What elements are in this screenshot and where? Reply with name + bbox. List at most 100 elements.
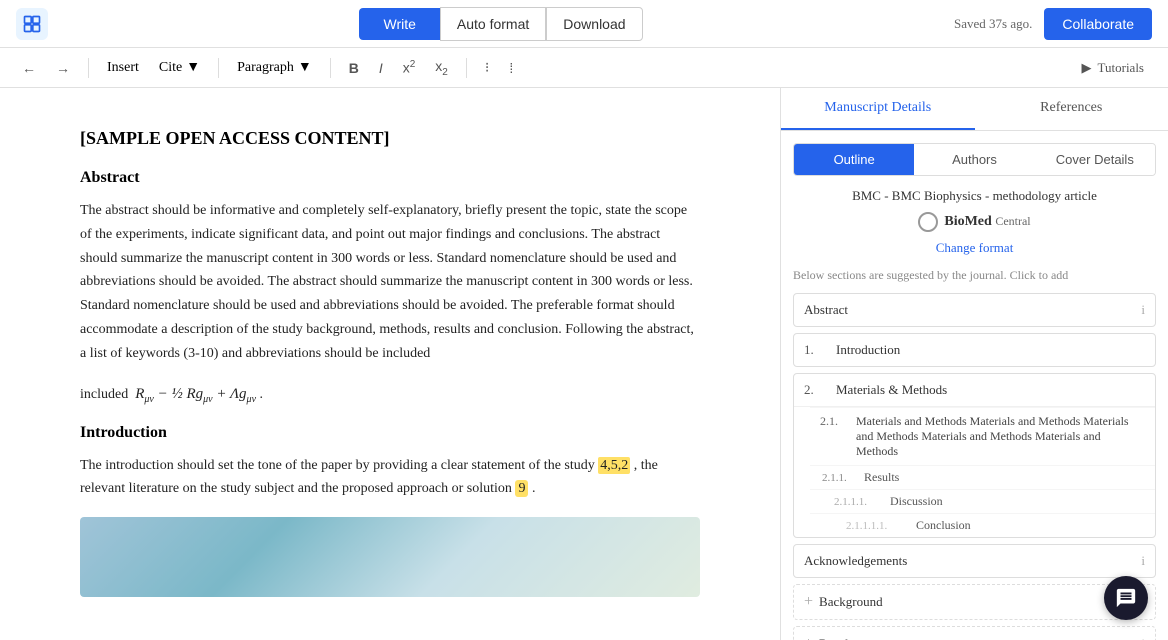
math-formula: Rμν − ½ Rgμν + Λgμν bbox=[135, 386, 256, 402]
paragraph-chevron: ▼ bbox=[298, 60, 312, 76]
subtab-outline[interactable]: Outline bbox=[794, 144, 914, 175]
outline-materials: 2. Materials & Methods 2.1. Materials an… bbox=[793, 373, 1156, 538]
collaborate-button[interactable]: Collaborate bbox=[1044, 8, 1152, 40]
sub-2111-label: Discussion bbox=[890, 494, 943, 509]
write-button[interactable]: Write bbox=[359, 8, 439, 40]
intro-ref2: 9 bbox=[515, 480, 528, 497]
sub-211-label: Results bbox=[864, 470, 899, 485]
intro-num: 1. bbox=[804, 342, 828, 358]
toolbar-sep-2 bbox=[218, 58, 219, 78]
panel-tabs: Manuscript Details References bbox=[781, 88, 1168, 131]
subtab-cover-details[interactable]: Cover Details bbox=[1035, 144, 1155, 175]
results-info-icon[interactable]: i bbox=[1141, 636, 1145, 640]
biomed-circle-icon bbox=[918, 212, 938, 232]
intro-text-1: The introduction should set the tone of … bbox=[80, 458, 595, 473]
journal-info: BMC - BMC Biophysics - methodology artic… bbox=[793, 188, 1156, 204]
biomed-name: BioMed bbox=[944, 214, 991, 229]
tutorials-button[interactable]: ▶ Tutorials bbox=[1074, 58, 1152, 78]
intro-label: Introduction bbox=[836, 342, 1145, 358]
right-panel: Manuscript Details References Outline Au… bbox=[780, 88, 1168, 640]
main-layout: [SAMPLE OPEN ACCESS CONTENT] Abstract Th… bbox=[0, 88, 1168, 640]
abstract-label: Abstract bbox=[804, 302, 1141, 318]
results-label: Results bbox=[819, 636, 1141, 640]
toolbar-sep-4 bbox=[466, 58, 467, 78]
bg-label: Background bbox=[819, 594, 1141, 610]
superscript-button[interactable]: x2 bbox=[397, 57, 422, 78]
chat-button[interactable] bbox=[1104, 576, 1148, 620]
outline-background: + Background i bbox=[793, 584, 1156, 620]
abstract-body: The abstract should be informative and c… bbox=[80, 199, 700, 366]
redo-button[interactable]: → bbox=[50, 58, 76, 78]
outline-introduction: 1. Introduction bbox=[793, 333, 1156, 367]
sub-21-num: 2.1. bbox=[820, 414, 848, 429]
bold-button[interactable]: B bbox=[343, 58, 365, 78]
intro-title: Introduction bbox=[80, 424, 700, 442]
nav-left bbox=[16, 8, 48, 40]
materials-num: 2. bbox=[804, 382, 828, 398]
tutorials-label: Tutorials bbox=[1098, 60, 1144, 76]
insert-dropdown[interactable]: Insert bbox=[101, 58, 145, 78]
image-placeholder bbox=[80, 517, 700, 597]
align-left-button[interactable]: ⁝ bbox=[479, 57, 495, 78]
sub-items: 2.1. Materials and Methods Materials and… bbox=[794, 406, 1155, 537]
sub-item-21111[interactable]: 2.1.1.1.1. Conclusion bbox=[810, 513, 1155, 537]
outline-intro-item[interactable]: 1. Introduction bbox=[794, 334, 1155, 366]
insert-label: Insert bbox=[107, 60, 139, 76]
nav-center: Write Auto format Download bbox=[359, 7, 642, 41]
outline-results-item[interactable]: + Results i bbox=[794, 627, 1155, 640]
ack-label: Acknowledgements bbox=[804, 553, 1141, 569]
biomed-central: Central bbox=[995, 214, 1030, 228]
outline-results: + Results i bbox=[793, 626, 1156, 640]
sub-item-2111[interactable]: 2.1.1.1. Discussion bbox=[810, 489, 1155, 513]
toolbar: ← → Insert Cite ▼ Paragraph ▼ B I x2 x2 … bbox=[0, 48, 1168, 88]
subscript-button[interactable]: x2 bbox=[429, 56, 454, 80]
editor-area[interactable]: [SAMPLE OPEN ACCESS CONTENT] Abstract Th… bbox=[0, 88, 780, 640]
intro-body: The introduction should set the tone of … bbox=[80, 454, 700, 502]
sub-item-21[interactable]: 2.1. Materials and Methods Materials and… bbox=[810, 407, 1155, 465]
bg-add-icon[interactable]: + bbox=[804, 593, 813, 611]
intro-refs: 4,5,2 bbox=[598, 457, 630, 474]
sub-21-label: Materials and Methods Materials and Meth… bbox=[856, 414, 1145, 459]
outline-bg-item[interactable]: + Background i bbox=[794, 585, 1155, 619]
cite-chevron: ▼ bbox=[186, 60, 200, 76]
nav-right: Saved 37s ago. Collaborate bbox=[954, 8, 1152, 40]
cite-label: Cite bbox=[159, 60, 182, 76]
italic-button[interactable]: I bbox=[373, 58, 389, 78]
tutorials-icon: ▶ bbox=[1082, 60, 1092, 76]
intro-end: . bbox=[532, 481, 536, 496]
ack-info-icon[interactable]: i bbox=[1141, 553, 1145, 569]
align-right-button[interactable]: ⁞ bbox=[503, 58, 519, 78]
top-nav: Write Auto format Download Saved 37s ago… bbox=[0, 0, 1168, 48]
sub-21111-label: Conclusion bbox=[916, 518, 971, 533]
paragraph-label: Paragraph bbox=[237, 60, 294, 76]
sub-21111-num: 2.1.1.1.1. bbox=[846, 520, 910, 532]
editor-main-title: [SAMPLE OPEN ACCESS CONTENT] bbox=[80, 128, 700, 149]
outline-ack-item[interactable]: Acknowledgements i bbox=[794, 545, 1155, 577]
abstract-title: Abstract bbox=[80, 169, 700, 187]
cite-dropdown[interactable]: Cite ▼ bbox=[153, 58, 206, 78]
sub-item-211[interactable]: 2.1.1. Results bbox=[810, 465, 1155, 489]
math-line: included Rμν − ½ Rgμν + Λgμν . bbox=[80, 382, 700, 408]
undo-button[interactable]: ← bbox=[16, 58, 42, 78]
sub-211-num: 2.1.1. bbox=[822, 472, 858, 484]
abstract-info-icon[interactable]: i bbox=[1141, 302, 1145, 318]
logo-icon bbox=[16, 8, 48, 40]
download-button[interactable]: Download bbox=[546, 7, 642, 41]
sub-tabs: Outline Authors Cover Details bbox=[793, 143, 1156, 176]
sub-2111-num: 2.1.1.1. bbox=[834, 496, 884, 508]
toolbar-sep-1 bbox=[88, 58, 89, 78]
outline-abstract-item[interactable]: Abstract i bbox=[794, 294, 1155, 326]
panel-content: Outline Authors Cover Details BMC - BMC … bbox=[781, 131, 1168, 640]
outline-materials-item[interactable]: 2. Materials & Methods bbox=[794, 374, 1155, 406]
tab-references[interactable]: References bbox=[975, 88, 1168, 130]
autoformat-button[interactable]: Auto format bbox=[440, 7, 546, 41]
outline-acknowledgements: Acknowledgements i bbox=[793, 544, 1156, 578]
outline-abstract: Abstract i bbox=[793, 293, 1156, 327]
subtab-authors[interactable]: Authors bbox=[914, 144, 1034, 175]
change-format-link[interactable]: Change format bbox=[793, 240, 1156, 256]
toolbar-sep-3 bbox=[330, 58, 331, 78]
materials-label: Materials & Methods bbox=[836, 382, 1145, 398]
tab-manuscript-details[interactable]: Manuscript Details bbox=[781, 88, 975, 130]
results-add-icon[interactable]: + bbox=[804, 635, 813, 640]
paragraph-dropdown[interactable]: Paragraph ▼ bbox=[231, 58, 318, 78]
